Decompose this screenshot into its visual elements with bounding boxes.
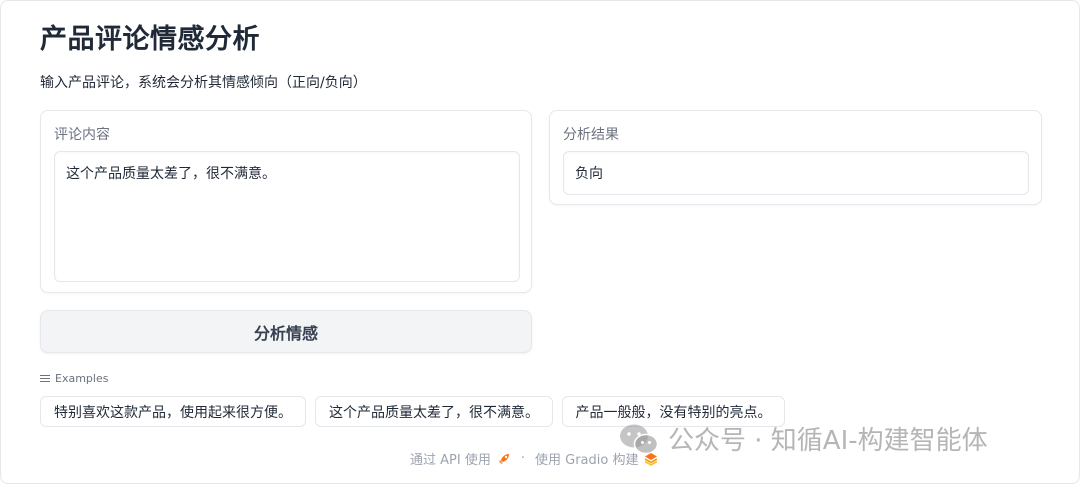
result-output-textarea[interactable]: 负向 [563, 151, 1029, 195]
gradio-logo-icon [645, 452, 658, 466]
footer: 通过 API 使用 · 使用 Gradio 构建 [410, 449, 658, 468]
review-input-panel: 评论内容 这个产品质量太差了，很不满意。 [40, 110, 532, 293]
built-with-gradio-link[interactable]: 使用 Gradio 构建 [535, 449, 638, 468]
list-icon [40, 374, 50, 383]
example-chip[interactable]: 这个产品质量太差了，很不满意。 [315, 396, 553, 427]
review-input-label: 评论内容 [54, 127, 110, 143]
footer-separator: · [520, 451, 525, 466]
result-output-label: 分析结果 [563, 127, 619, 143]
examples-header: Examples [40, 372, 108, 385]
example-chip[interactable]: 特别喜欢这款产品，使用起来很方便。 [40, 396, 306, 427]
result-output-panel: 分析结果 负向 [549, 110, 1042, 205]
analyze-sentiment-button[interactable]: 分析情感 [40, 310, 532, 353]
page-title: 产品评论情感分析 [40, 24, 260, 55]
examples-label: Examples [55, 372, 109, 385]
review-input-textarea[interactable]: 这个产品质量太差了，很不满意。 [54, 151, 520, 282]
watermark: 公众号 · 知循AI-构建智能体 [618, 420, 988, 457]
rocket-icon [498, 453, 509, 464]
page-description: 输入产品评论，系统会分析其情感倾向（正向/负向） [40, 75, 367, 91]
watermark-text: 公众号 · 知循AI-构建智能体 [668, 426, 988, 456]
api-link[interactable]: 通过 API 使用 [410, 449, 491, 468]
